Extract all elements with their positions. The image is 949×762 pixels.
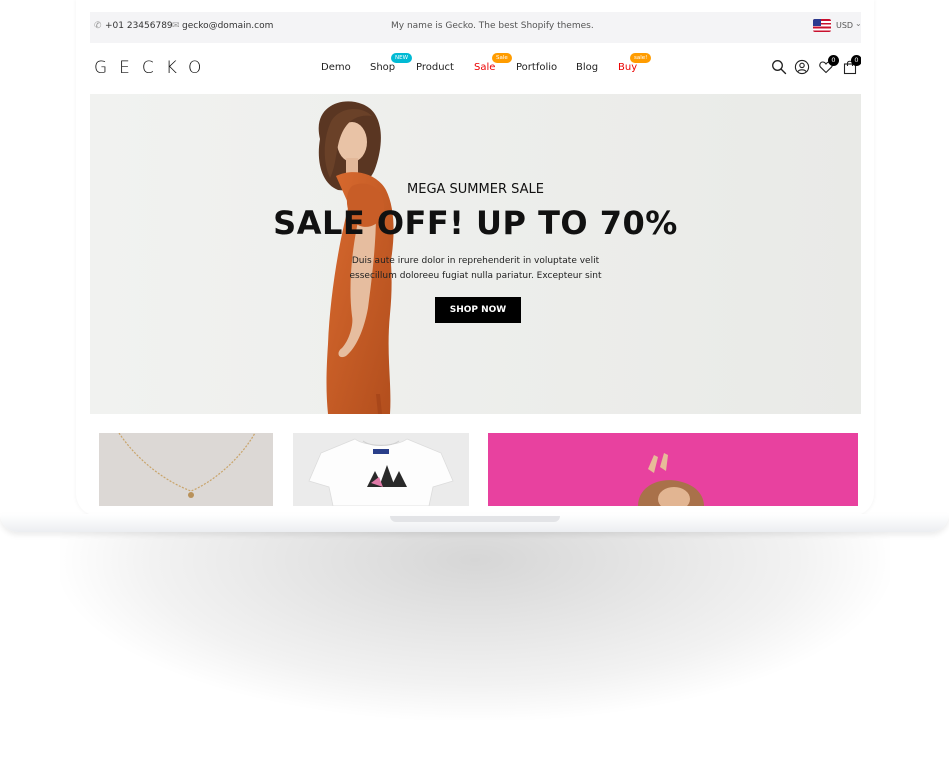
user-icon[interactable] xyxy=(794,59,810,75)
store-screen: ✆ +01 23456789 ✉ gecko@domain.com My nam… xyxy=(90,12,861,506)
necklace-product-tile[interactable] xyxy=(99,433,273,506)
necklace-image xyxy=(99,433,273,506)
device-shadow xyxy=(60,520,890,720)
hero-title: SALE OFF! UP TO 70% xyxy=(273,204,678,242)
nav-shop[interactable]: Shop xyxy=(370,62,395,73)
tshirt-image xyxy=(293,433,469,506)
top-bar-message: My name is Gecko. The best Shopify theme… xyxy=(391,21,594,31)
pink-lookbook-tile[interactable] xyxy=(488,433,858,506)
currency-selector[interactable]: USD xyxy=(836,21,853,30)
sale-badge: Sale xyxy=(492,53,512,63)
nav-demo[interactable]: Demo xyxy=(321,62,351,73)
nav-blog[interactable]: Blog xyxy=(576,62,598,73)
chevron-down-icon: ⌄ xyxy=(855,19,861,28)
phone-icon: ✆ xyxy=(94,21,102,31)
pink-lookbook-image xyxy=(488,433,858,506)
tshirt-product-tile[interactable] xyxy=(293,433,469,506)
nav-sale[interactable]: Sale xyxy=(474,62,495,73)
phone-number[interactable]: +01 23456789 xyxy=(105,21,173,31)
shop-now-button[interactable]: SHOP NOW xyxy=(435,297,521,323)
nav-product[interactable]: Product xyxy=(416,62,454,73)
buy-sale-badge: sale! xyxy=(630,53,652,63)
hero-banner: MEGA SUMMER SALE SALE OFF! UP TO 70% Dui… xyxy=(90,94,861,414)
nav-portfolio[interactable]: Portfolio xyxy=(516,62,557,73)
new-badge: NEW xyxy=(391,53,413,63)
nav-buy[interactable]: Buy xyxy=(618,62,637,73)
site-header: GECKO Demo Shop NEW Product Sale Sale Po… xyxy=(90,43,861,94)
mail-icon: ✉ xyxy=(172,21,180,31)
wishlist-count: 0 xyxy=(828,55,839,66)
hero-description: Duis aute irure dolor in reprehenderit i… xyxy=(349,256,602,281)
hero-subtitle: MEGA SUMMER SALE xyxy=(407,182,544,197)
email-address[interactable]: gecko@domain.com xyxy=(182,21,273,31)
cart-count: 0 xyxy=(851,55,861,66)
top-bar: ✆ +01 23456789 ✉ gecko@domain.com My nam… xyxy=(90,12,861,43)
laptop-notch xyxy=(390,516,560,522)
us-flag-icon[interactable] xyxy=(813,19,831,32)
search-icon[interactable] xyxy=(771,59,787,75)
logo[interactable]: GECKO xyxy=(94,58,213,78)
